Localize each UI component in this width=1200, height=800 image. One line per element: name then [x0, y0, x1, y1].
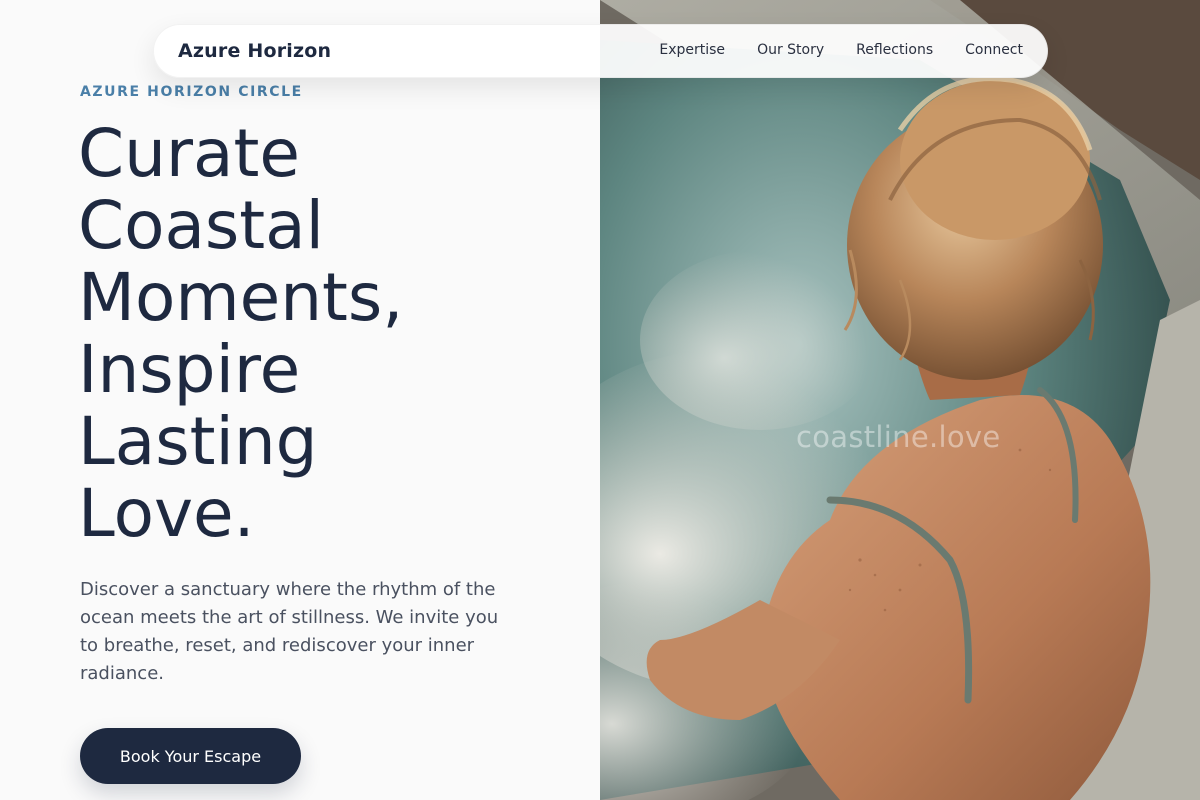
book-escape-button[interactable]: Book Your Escape [80, 728, 301, 784]
hero-description: Discover a sanctuary where the rhythm of… [80, 579, 499, 684]
nav-link-reflections[interactable]: Reflections [856, 42, 933, 58]
nav-link-connect[interactable]: Connect [965, 42, 1023, 58]
hot-tub-woman-illustration [600, 0, 1200, 800]
hero-text-panel: AZURE HORIZON CIRCLE Curate Coastal Mome… [0, 0, 600, 800]
landing-page: AZURE HORIZON CIRCLE Curate Coastal Mome… [0, 0, 1200, 800]
photo-watermark: coastline.love [796, 420, 1001, 454]
hero-photo: coastline.love [600, 0, 1200, 800]
headline-line: Inspire [78, 331, 301, 408]
hero-headline: Curate Coastal Moments, Inspire Lasting … [78, 118, 558, 550]
headline-line: Love. [78, 475, 255, 552]
hero-eyebrow: AZURE HORIZON CIRCLE [80, 84, 303, 100]
headline-line: Moments, [78, 259, 404, 336]
nav-link-expertise[interactable]: Expertise [659, 42, 725, 58]
top-navigation: Azure Horizon Expertise Our Story Reflec… [153, 24, 1048, 78]
headline-line: Coastal [78, 187, 324, 264]
nav-link-our-story[interactable]: Our Story [757, 42, 824, 58]
headline-line: Curate [78, 115, 300, 192]
brand-logo[interactable]: Azure Horizon [178, 40, 331, 62]
headline-line: Lasting [78, 403, 318, 480]
nav-links: Expertise Our Story Reflections Connect [659, 42, 1023, 58]
